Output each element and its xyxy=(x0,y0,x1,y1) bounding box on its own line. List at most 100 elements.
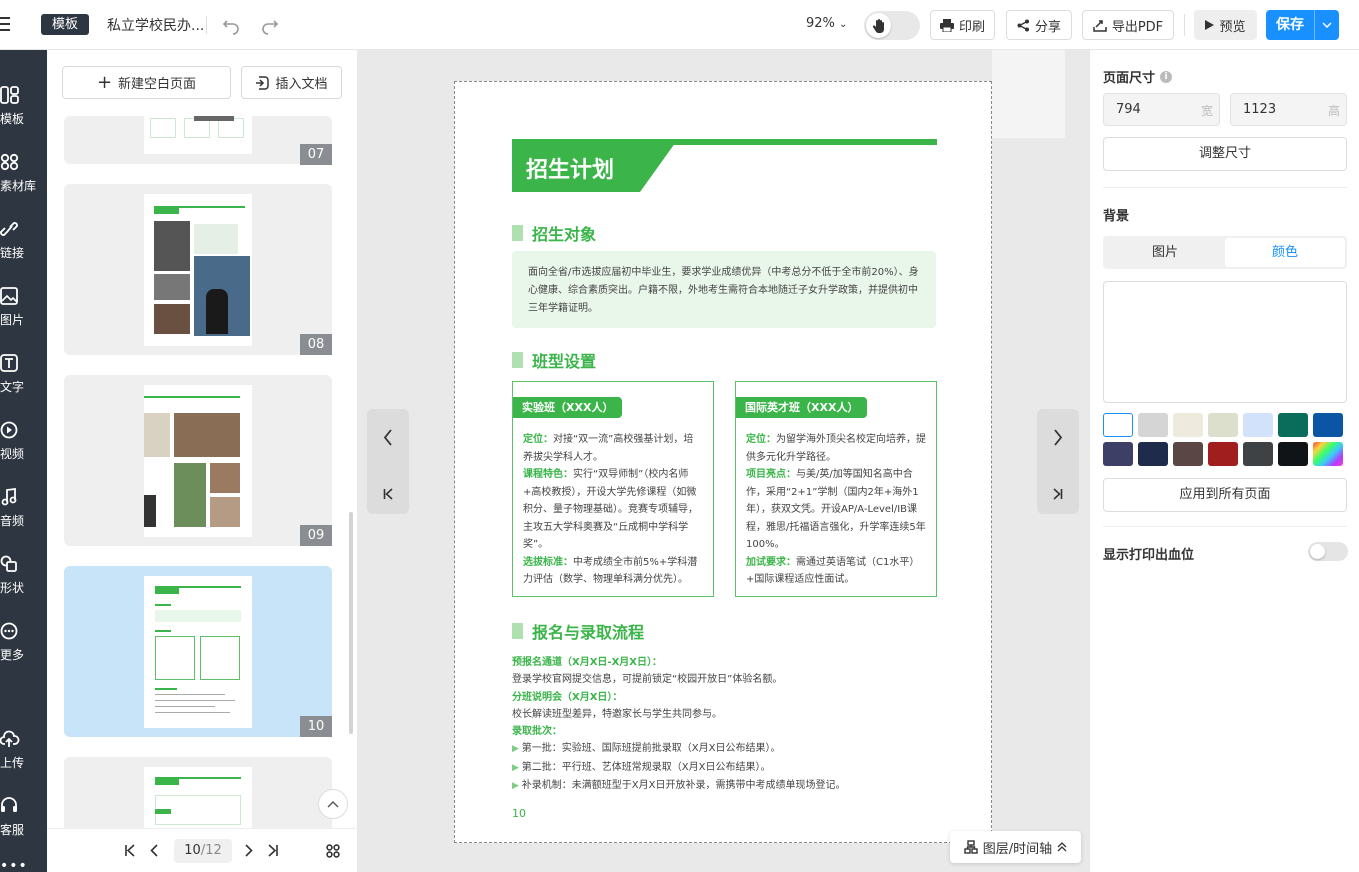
menu-icon[interactable] xyxy=(0,17,12,35)
class-line: 加试要求：需通过英语笔试（C1水平）+国际课程适应性面试。 xyxy=(746,554,926,589)
color-swatch[interactable] xyxy=(1138,442,1168,466)
color-swatch[interactable] xyxy=(1313,413,1343,437)
thumbnail-preview xyxy=(144,385,252,537)
first-page-icon[interactable] xyxy=(124,844,136,857)
class-line: 项目亮点：与美/英/加等国知名高中合作，采用“2+1”学制（国内2年+海外1年）… xyxy=(746,466,926,554)
nav-item-audio[interactable]: 音频 xyxy=(0,488,47,548)
prev-page-arrow[interactable] xyxy=(367,409,409,514)
save-options-chevron-icon[interactable] xyxy=(1314,10,1339,40)
thumbnail-preview xyxy=(144,767,252,828)
nav-item-more[interactable]: 更多 xyxy=(0,622,47,682)
printer-icon xyxy=(939,18,954,32)
tab-image[interactable]: 图片 xyxy=(1105,238,1225,267)
page-thumbnail[interactable] xyxy=(64,757,332,828)
title-banner[interactable]: 招生计划 xyxy=(512,139,937,192)
class-card-international[interactable]: 国际英才班（XXX人） 定位：为留学海外顶尖名校定向培养，提供多元化升学路径。 … xyxy=(735,381,937,597)
scroll-to-top-button[interactable] xyxy=(318,789,348,819)
color-swatch[interactable] xyxy=(1243,413,1273,437)
divider xyxy=(1103,526,1347,527)
color-swatch[interactable] xyxy=(1243,442,1273,466)
grid-view-icon[interactable] xyxy=(326,844,340,858)
apply-all-pages-button[interactable]: 应用到所有页面 xyxy=(1103,478,1347,512)
pages-panel: + 新建空白页面 插入文档 07 08 09 10 10/12 xyxy=(47,50,357,872)
next-page-arrow[interactable] xyxy=(1037,409,1079,514)
nav-item-shapes[interactable]: 形状 xyxy=(0,555,47,615)
page-indicator[interactable]: 10/12 xyxy=(174,839,232,863)
intro-text-box[interactable]: 面向全省/市选拔应届初中毕业生，要求学业成绩优异（中考总分不低于全市前20%）、… xyxy=(512,251,936,328)
layers-icon xyxy=(964,840,978,854)
nav-item-text[interactable]: 文字 xyxy=(0,354,47,414)
section-heading[interactable]: 招生对象 xyxy=(512,221,596,245)
color-swatch[interactable] xyxy=(1103,442,1133,466)
thumbnail-scrollbar[interactable] xyxy=(349,512,353,734)
export-pdf-button[interactable]: 导出PDF xyxy=(1082,10,1174,40)
custom-color-swatch[interactable] xyxy=(1313,442,1343,466)
next-page-icon[interactable] xyxy=(245,844,253,857)
properties-panel: 页面尺寸 i 794 宽 1123 高 调整尺寸 背景 图片 颜色 应用到所有页… xyxy=(1089,50,1359,872)
insert-document-button[interactable]: 插入文档 xyxy=(241,66,342,99)
document-title[interactable]: 私立学校民办... xyxy=(107,15,204,35)
prev-page-icon[interactable] xyxy=(150,844,158,857)
color-swatch[interactable] xyxy=(1208,442,1238,466)
shape-icon xyxy=(0,555,20,573)
class-tag: 实验班（XXX人） xyxy=(513,397,623,418)
document-page[interactable]: 招生计划 招生对象 面向全省/市选拔应届初中毕业生，要求学业成绩优异（中考总分不… xyxy=(454,81,992,843)
page-thumbnail[interactable]: 08 xyxy=(64,184,332,355)
nav-label: 链接 xyxy=(0,246,25,260)
section-heading[interactable]: 报名与录取流程 xyxy=(512,619,644,643)
hand-tool-toggle[interactable] xyxy=(864,11,920,40)
editor-canvas[interactable]: 招生计划 招生对象 面向全省/市选拔应届初中毕业生，要求学业成绩优异（中考总分不… xyxy=(357,50,1089,872)
hand-icon xyxy=(866,13,891,38)
play-icon xyxy=(1205,20,1215,30)
first-page-icon[interactable] xyxy=(367,488,409,500)
page-thumbnail[interactable]: 07 xyxy=(64,116,332,165)
info-icon[interactable]: i xyxy=(1160,70,1173,83)
bleed-toggle[interactable] xyxy=(1308,542,1348,561)
color-swatch[interactable] xyxy=(1173,413,1203,437)
new-blank-page-button[interactable]: + 新建空白页面 xyxy=(62,66,231,99)
color-swatch[interactable] xyxy=(1278,413,1308,437)
nav-item-assets[interactable]: 素材库 xyxy=(0,153,47,213)
nav-label: 音频 xyxy=(0,514,25,528)
last-page-icon[interactable] xyxy=(1037,488,1079,500)
nav-item-templates[interactable]: 模板 xyxy=(0,86,47,146)
page-thumbnail[interactable]: 09 xyxy=(64,375,332,546)
color-swatch[interactable] xyxy=(1103,413,1133,437)
color-swatch[interactable] xyxy=(1208,413,1238,437)
color-picker-area[interactable] xyxy=(1103,281,1347,403)
zoom-dropdown[interactable]: 92% ⌄ xyxy=(806,16,847,31)
save-button[interactable]: 保存 xyxy=(1266,10,1339,40)
layers-timeline-button[interactable]: 图层/时间轴 xyxy=(950,831,1081,863)
page-height-input[interactable]: 1123 高 xyxy=(1230,93,1347,126)
class-card-experimental[interactable]: 实验班（XXX人） 定位：对接“双一流”高校强基计划，培养拔尖学科人才。 课程特… xyxy=(512,381,714,597)
nav-item-images[interactable]: 图片 xyxy=(0,287,47,347)
last-page-icon[interactable] xyxy=(267,844,279,857)
section-heading[interactable]: 班型设置 xyxy=(512,348,596,372)
page-pager: 10/12 xyxy=(47,828,357,872)
color-swatch[interactable] xyxy=(1138,413,1168,437)
divider xyxy=(1103,187,1347,188)
text-icon xyxy=(0,354,20,372)
export-icon xyxy=(1093,19,1107,32)
color-swatch[interactable] xyxy=(1173,442,1203,466)
page-thumbnail[interactable]: 10 xyxy=(64,566,332,737)
resize-button[interactable]: 调整尺寸 xyxy=(1103,137,1347,171)
undo-icon[interactable] xyxy=(221,15,241,35)
tab-color[interactable]: 颜色 xyxy=(1225,238,1345,267)
bullet-text: 第二批：平行班、艺体班常规录取（X月X日公布结果）。 xyxy=(521,761,771,773)
redo-icon[interactable] xyxy=(260,15,280,35)
print-button[interactable]: 印刷 xyxy=(930,10,995,40)
nav-label: 更多 xyxy=(0,648,25,662)
nav-item-links[interactable]: 链接 xyxy=(0,220,47,280)
bullet-item: ▶ 第一批：实验班、国际班提前批录取（X月X日公布结果）。 xyxy=(512,740,942,758)
nav-item-upload[interactable]: 上传 xyxy=(0,730,47,790)
share-button[interactable]: 分享 xyxy=(1006,10,1072,40)
preview-button[interactable]: 预览 xyxy=(1194,10,1257,40)
page-width-input[interactable]: 794 宽 xyxy=(1103,93,1220,126)
nav-item-video[interactable]: 视频 xyxy=(0,421,47,481)
nav-item-support[interactable]: 客服 xyxy=(0,797,47,857)
template-badge[interactable]: 模板 xyxy=(41,14,90,35)
color-swatch[interactable] xyxy=(1278,442,1308,466)
enrollment-process[interactable]: 预报名通道（X月X日-X月X日）： 登录学校官网提交信息，可提前锁定“校园开放日… xyxy=(512,654,942,795)
more-dots-icon[interactable]: ••• xyxy=(0,858,28,872)
